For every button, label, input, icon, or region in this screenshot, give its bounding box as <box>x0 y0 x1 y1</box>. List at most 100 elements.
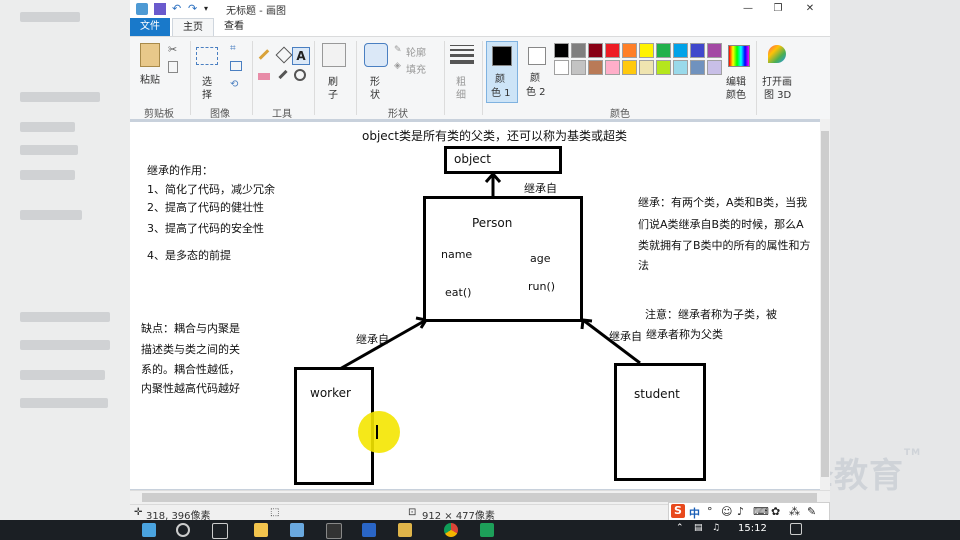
tools-icon[interactable]: ✎ <box>807 505 816 518</box>
redo-icon[interactable]: ↷ <box>188 3 200 15</box>
tab-view[interactable]: 查看 <box>214 18 254 36</box>
paint3d-icon[interactable] <box>768 45 786 63</box>
shortcoming-line-4: 内聚性越高代码越好 <box>141 382 240 395</box>
fill-shape-icon[interactable]: ◈ <box>394 61 401 71</box>
apps-icon[interactable]: ⁂ <box>789 505 800 518</box>
notifications-icon[interactable] <box>790 523 802 535</box>
tab-file[interactable]: 文件 <box>130 18 170 36</box>
palette-swatch[interactable] <box>622 60 637 75</box>
search-icon[interactable] <box>176 523 190 537</box>
palette-swatch[interactable] <box>673 43 688 58</box>
ime-language[interactable]: 中 <box>689 505 700 521</box>
edit-colors-icon[interactable] <box>728 45 750 67</box>
volume-icon[interactable]: ♫ <box>712 523 726 537</box>
task-view-icon[interactable] <box>212 523 228 539</box>
palette-swatch[interactable] <box>571 60 586 75</box>
palette-swatch[interactable] <box>554 60 569 75</box>
text-icon[interactable]: A <box>292 47 310 65</box>
palette-swatch[interactable] <box>554 43 569 58</box>
ime-toolbar[interactable]: S 中 ° ☺ ♪ ⌨ ✿ ⁂ ✎ <box>668 502 830 522</box>
eraser-icon[interactable] <box>258 73 270 80</box>
clock[interactable]: 15:12 <box>738 523 767 534</box>
minimize-button[interactable]: — <box>734 1 762 17</box>
pycharm-icon[interactable] <box>480 523 494 537</box>
app-icon <box>136 3 148 15</box>
palette-swatch[interactable] <box>673 60 688 75</box>
fill-button[interactable]: 填充 <box>406 61 426 76</box>
chrome-icon[interactable] <box>444 523 458 537</box>
shapes-button-line2[interactable]: 状 <box>370 86 380 101</box>
palette-swatch[interactable] <box>571 43 586 58</box>
color2-button[interactable]: 颜 色 2 <box>522 41 552 101</box>
fill-icon[interactable] <box>275 46 293 64</box>
app-icon-blue[interactable] <box>362 523 376 537</box>
paste-button[interactable]: 粘贴 <box>140 71 160 86</box>
color1-button[interactable]: 颜 色 1 <box>486 41 518 103</box>
size-icon[interactable] <box>450 45 474 64</box>
pencil-icon[interactable] <box>258 49 270 60</box>
tray-up-icon[interactable]: ⌃ <box>676 523 690 537</box>
outline-button[interactable]: 轮廓 <box>406 44 426 59</box>
palette-swatch[interactable] <box>588 43 603 58</box>
keyboard-icon[interactable]: ⌨ <box>753 505 769 518</box>
network-icon[interactable]: ▤ <box>694 523 708 537</box>
palette-swatch[interactable] <box>707 43 722 58</box>
palette-swatch[interactable] <box>622 43 637 58</box>
palette-swatch[interactable] <box>656 43 671 58</box>
copy-icon[interactable] <box>168 61 178 73</box>
drawing-canvas[interactable]: object类是所有类的父类，还可以称为基类或超类 object 继承自 Per… <box>130 122 820 489</box>
watermark-tm: TM <box>904 448 922 458</box>
emoji-icon[interactable]: ☺ <box>721 505 732 518</box>
color-picker-icon[interactable] <box>278 69 288 80</box>
palette-swatch[interactable] <box>707 60 722 75</box>
save-icon[interactable] <box>154 3 166 15</box>
start-icon[interactable] <box>142 523 156 537</box>
terminal-icon[interactable] <box>326 523 342 539</box>
vertical-scrollbar[interactable] <box>820 119 830 491</box>
edit-colors-button-line2[interactable]: 颜色 <box>726 86 746 101</box>
select-icon[interactable] <box>196 47 218 65</box>
select-button-line2[interactable]: 择 <box>202 86 212 101</box>
shapes-icon[interactable] <box>364 43 388 67</box>
skin-icon[interactable]: ✿ <box>771 505 780 518</box>
crop-icon[interactable]: ⌗ <box>230 43 236 54</box>
palette-swatch[interactable] <box>690 43 705 58</box>
palette-swatch[interactable] <box>588 60 603 75</box>
palette-swatch[interactable] <box>639 43 654 58</box>
punctuation-icon[interactable]: ° <box>707 505 713 518</box>
app-icon-folder[interactable] <box>398 523 412 537</box>
purpose-item-1: 1、简化了代码，减少冗余 <box>147 183 275 196</box>
ribbon-tabs: 文件 主页 查看 <box>130 18 830 36</box>
outline-icon[interactable]: ✎ <box>394 45 402 55</box>
palette-swatch[interactable] <box>656 60 671 75</box>
file-explorer-icon[interactable] <box>254 523 268 537</box>
brushes-icon[interactable] <box>322 43 346 67</box>
tab-home[interactable]: 主页 <box>172 18 214 36</box>
shapes-group-label: 形状 <box>388 109 408 120</box>
size-button-line2[interactable]: 细 <box>456 86 466 101</box>
palette-swatch[interactable] <box>639 60 654 75</box>
paste-icon[interactable] <box>140 43 160 67</box>
color2-label-line2: 色 2 <box>526 87 546 98</box>
undo-icon[interactable]: ↶ <box>172 3 184 15</box>
restore-button[interactable]: ❐ <box>764 1 792 17</box>
customize-quick-access-icon[interactable]: ▾ <box>204 3 216 15</box>
resize-icon[interactable] <box>230 61 242 71</box>
title-bar: ↶ ↷ ▾ 无标题 - 画图 — ❐ ✕ <box>130 0 830 18</box>
rotate-icon[interactable]: ⟲ <box>230 79 238 90</box>
palette-swatch[interactable] <box>605 43 620 58</box>
open-paint3d-button-line2[interactable]: 图 3D <box>764 86 791 101</box>
magnifier-icon[interactable] <box>294 69 306 81</box>
paint-app-icon[interactable] <box>290 523 304 537</box>
palette-swatch[interactable] <box>605 60 620 75</box>
definition-line-1: 继承：有两个类，A类和B类，当我 <box>638 196 808 209</box>
vertical-scroll-thumb[interactable] <box>821 131 829 477</box>
close-button[interactable]: ✕ <box>796 1 824 17</box>
microphone-icon[interactable]: ♪ <box>737 505 744 518</box>
cut-icon[interactable]: ✂ <box>168 43 177 56</box>
sogou-logo-icon[interactable]: S <box>671 504 685 518</box>
horizontal-scroll-thumb[interactable] <box>142 493 817 502</box>
palette-swatch[interactable] <box>690 60 705 75</box>
brushes-button-line2[interactable]: 子 <box>328 86 338 101</box>
background-document <box>0 0 130 520</box>
